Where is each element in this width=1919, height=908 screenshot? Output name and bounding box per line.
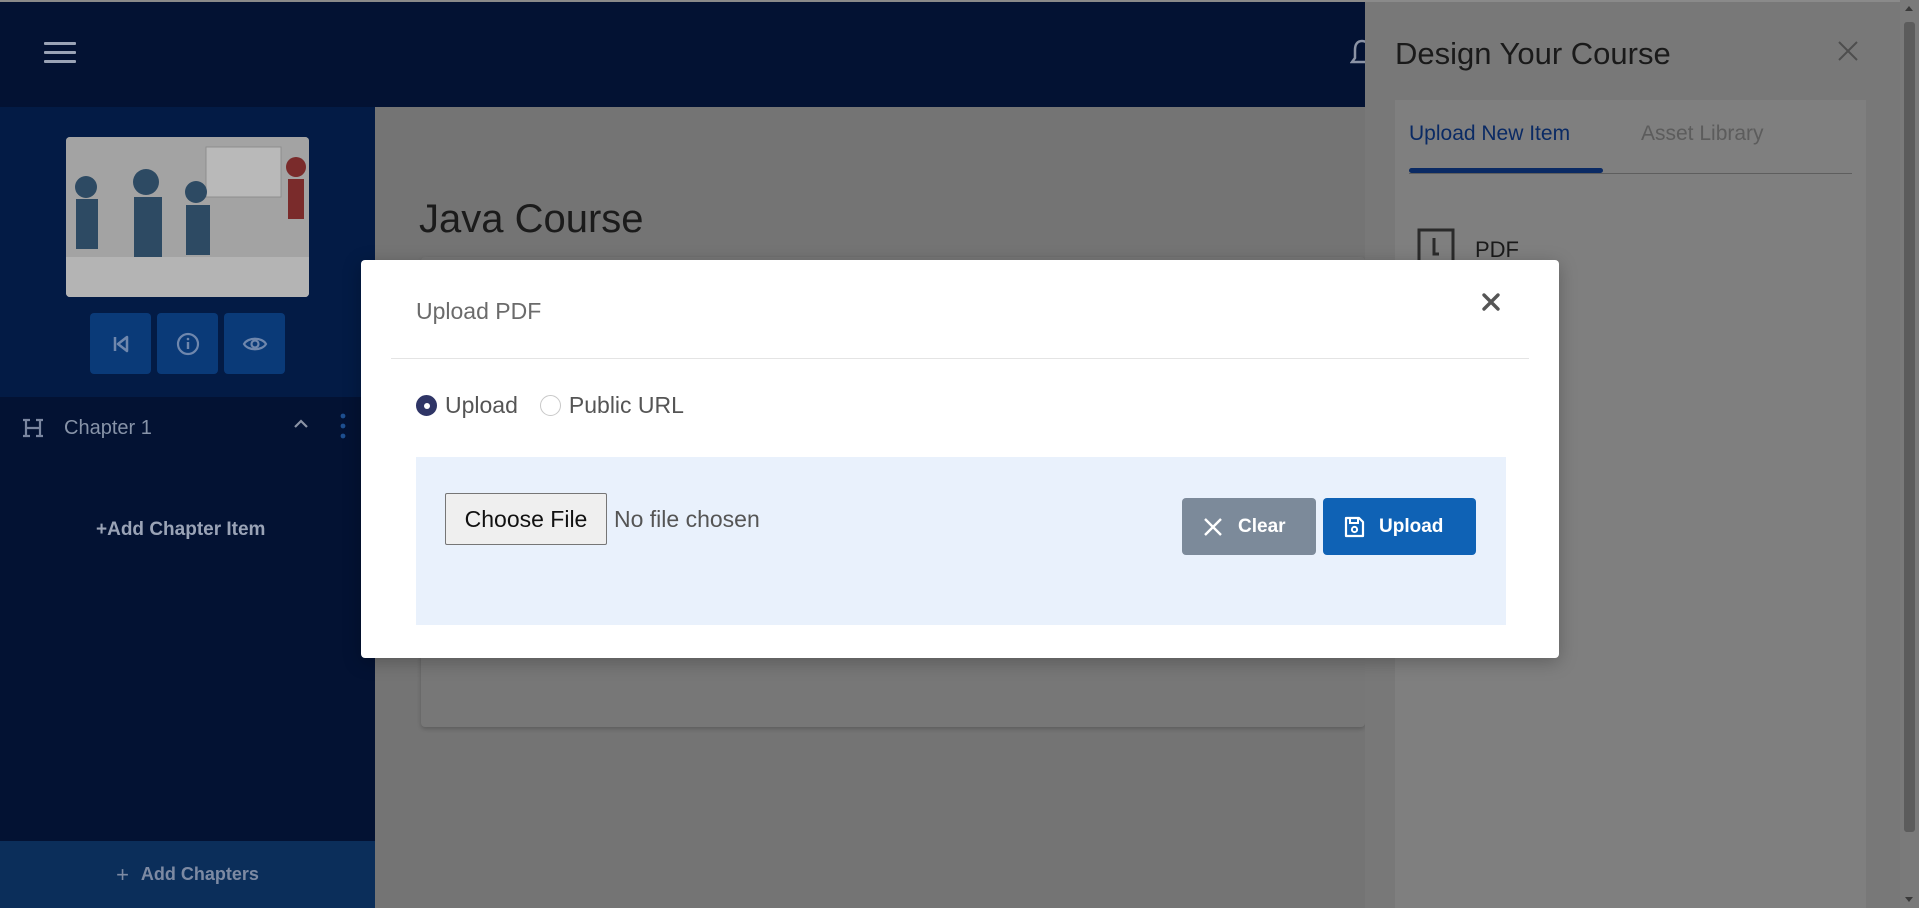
active-tab-indicator xyxy=(1409,168,1603,173)
tab-asset-library[interactable]: Asset Library xyxy=(1641,122,1764,146)
radio-public-url-input[interactable] xyxy=(539,395,561,416)
clear-button-label: Clear xyxy=(1238,515,1286,537)
more-vertical-icon[interactable] xyxy=(340,413,346,439)
tab-upload-new-item[interactable]: Upload New Item xyxy=(1409,122,1570,146)
radio-upload[interactable]: Upload xyxy=(416,392,518,419)
modal-title: Upload PDF xyxy=(416,298,542,324)
skip-back-button[interactable] xyxy=(90,313,151,374)
add-chapter-item-label: Add Chapter Item xyxy=(107,519,266,540)
info-icon xyxy=(176,332,199,355)
sidebar-header xyxy=(0,107,375,397)
eye-icon xyxy=(242,337,267,350)
upload-button[interactable]: Upload xyxy=(1323,498,1476,555)
top-bar xyxy=(0,0,1374,107)
radio-upload-input[interactable] xyxy=(416,395,437,416)
plus-icon: + xyxy=(96,519,108,540)
close-icon[interactable] xyxy=(1837,40,1859,62)
clear-button[interactable]: Clear xyxy=(1182,498,1316,555)
upload-area: Choose File No file chosen Clear Upload xyxy=(416,457,1506,625)
save-icon xyxy=(1344,516,1365,537)
skip-back-icon xyxy=(113,335,128,352)
course-title: Java Course xyxy=(419,197,644,241)
chapter-row[interactable]: Chapter 1 xyxy=(0,397,375,459)
info-button[interactable] xyxy=(157,313,218,374)
upload-type-radios: Upload Public URL xyxy=(416,392,706,419)
page-scrollbar[interactable] xyxy=(1900,0,1919,908)
sidebar: Chapter 1 +Add Chapter Item + Add Chapte… xyxy=(0,107,375,908)
menu-icon[interactable] xyxy=(44,42,76,66)
scroll-down-icon[interactable] xyxy=(1905,897,1913,902)
radio-upload-label: Upload xyxy=(445,392,518,418)
close-icon[interactable] xyxy=(1481,292,1501,312)
choose-file-button[interactable]: Choose File xyxy=(445,493,607,545)
upload-pdf-modal: Upload PDF Upload Public URL Choose File… xyxy=(361,260,1559,658)
panel-title: Design Your Course xyxy=(1395,36,1671,71)
close-icon xyxy=(1204,517,1222,536)
preview-button[interactable] xyxy=(224,313,285,374)
chevron-up-icon[interactable] xyxy=(292,417,310,431)
panel-tabs: Upload New Item Asset Library xyxy=(1409,122,1852,174)
add-chapters-button[interactable]: + Add Chapters xyxy=(0,841,375,908)
course-thumbnail xyxy=(66,137,309,297)
heading-icon xyxy=(23,418,43,438)
plus-icon: + xyxy=(116,861,129,887)
radio-public-url[interactable]: Public URL xyxy=(539,392,684,419)
add-chapters-label: Add Chapters xyxy=(140,864,259,884)
scroll-thumb[interactable] xyxy=(1904,22,1915,832)
add-chapter-item-button[interactable]: +Add Chapter Item xyxy=(96,519,265,541)
radio-public-url-label: Public URL xyxy=(568,392,684,418)
modal-divider xyxy=(391,358,1529,359)
chapter-label: Chapter 1 xyxy=(64,417,152,439)
scroll-up-icon[interactable] xyxy=(1905,6,1913,11)
upload-button-label: Upload xyxy=(1379,515,1444,537)
file-status: No file chosen xyxy=(614,506,760,532)
